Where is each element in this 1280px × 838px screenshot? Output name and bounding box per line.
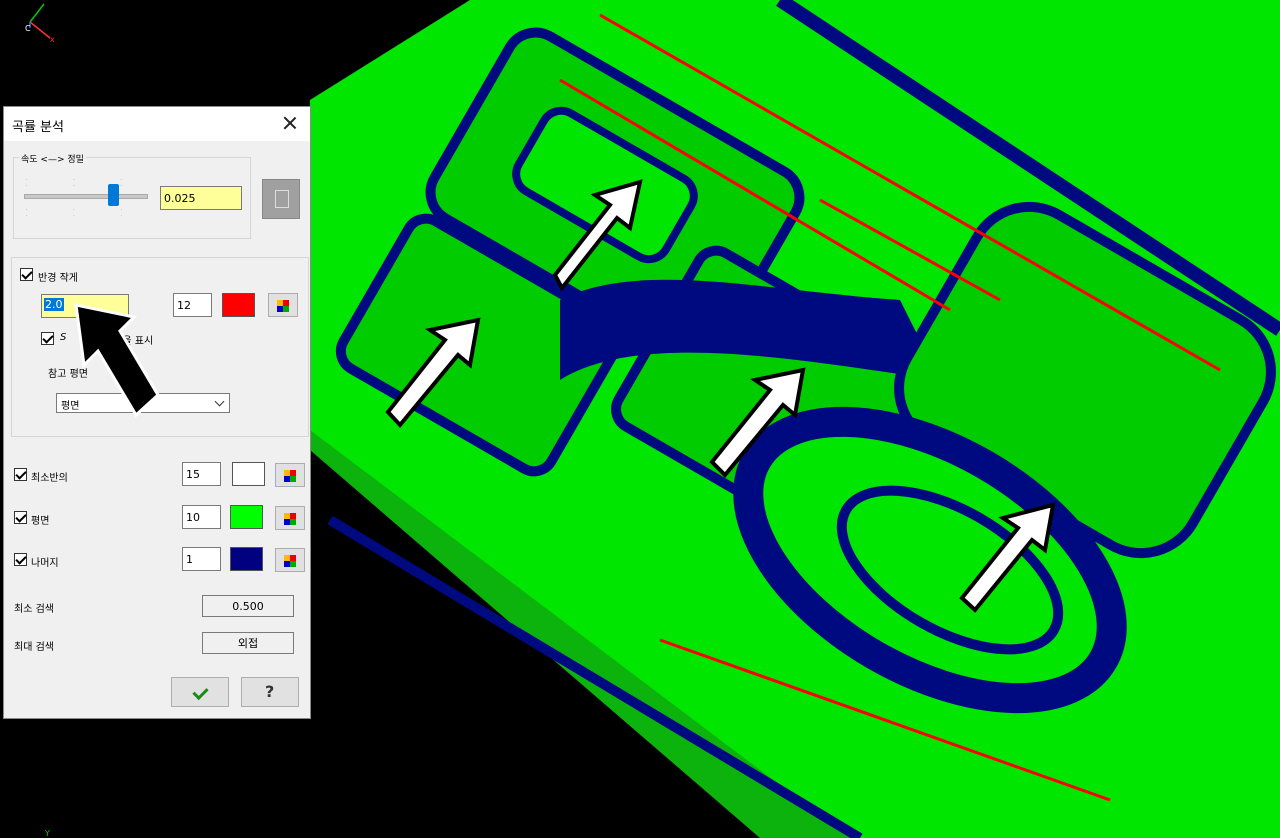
axis-c-label: C [25,24,31,33]
rest-count-input[interactable] [182,547,221,571]
min-radius-count-input[interactable] [182,462,221,486]
min-radius-palette-button[interactable] [275,463,305,487]
radius-palette-button[interactable] [268,293,298,317]
radius-color-swatch[interactable] [222,293,255,317]
annotation-black-arrow [74,303,160,418]
min-radius-label: 최소반의 [31,473,68,484]
export-icon [275,190,289,208]
curvature-analysis-dialog: 곡률 분석 속도 <—> 정밀 · · · · · · · · · · · · … [3,106,311,719]
plane-count-input[interactable] [182,505,221,529]
close-icon[interactable] [280,113,300,133]
speed-slider-track[interactable] [24,194,148,199]
palette-icon [277,300,289,312]
radius-small-label: 반경 작게 [38,273,78,284]
speed-label: 속도 <—> 정밀 [19,152,86,165]
axis-y-label: Y [44,829,50,838]
ok-button[interactable] [171,677,229,707]
dialog-titlebar: 곡률 분석 [4,107,310,141]
axis-x-label: x [50,35,55,44]
palette-icon [284,470,296,482]
show-diameter-checkbox[interactable] [41,332,54,345]
question-icon: ? [265,682,275,701]
rest-checkbox[interactable] [14,553,27,566]
palette-icon [284,513,296,525]
plane-color-swatch[interactable] [230,505,263,529]
speed-value-input[interactable] [160,186,242,210]
min-search-label: 최소 검색 [14,604,54,615]
plane-checkbox[interactable] [14,511,27,524]
radius-count-input[interactable] [173,293,212,317]
help-button[interactable]: ? [241,677,299,707]
radius-small-checkbox[interactable] [20,268,33,281]
apply-icon-button[interactable] [262,179,300,219]
checkmark-icon [192,683,209,701]
rest-label: 나머지 [31,558,59,569]
max-search-input[interactable] [202,632,294,654]
slider-ticks: · · · · · · [26,177,144,189]
plane-palette-button[interactable] [275,506,305,530]
rest-palette-button[interactable] [275,548,305,572]
palette-icon [284,555,296,567]
min-radius-color-swatch[interactable] [232,462,265,486]
rest-color-swatch[interactable] [230,547,263,571]
slider-ticks-bottom: · · · · · · [26,207,144,219]
chevron-down-icon [214,396,225,407]
min-radius-checkbox[interactable] [14,468,27,481]
dialog-title: 곡률 분석 [12,120,64,135]
min-search-input[interactable] [202,595,294,617]
max-search-label: 최대 검색 [14,642,54,653]
plane-label: 평면 [31,516,50,527]
